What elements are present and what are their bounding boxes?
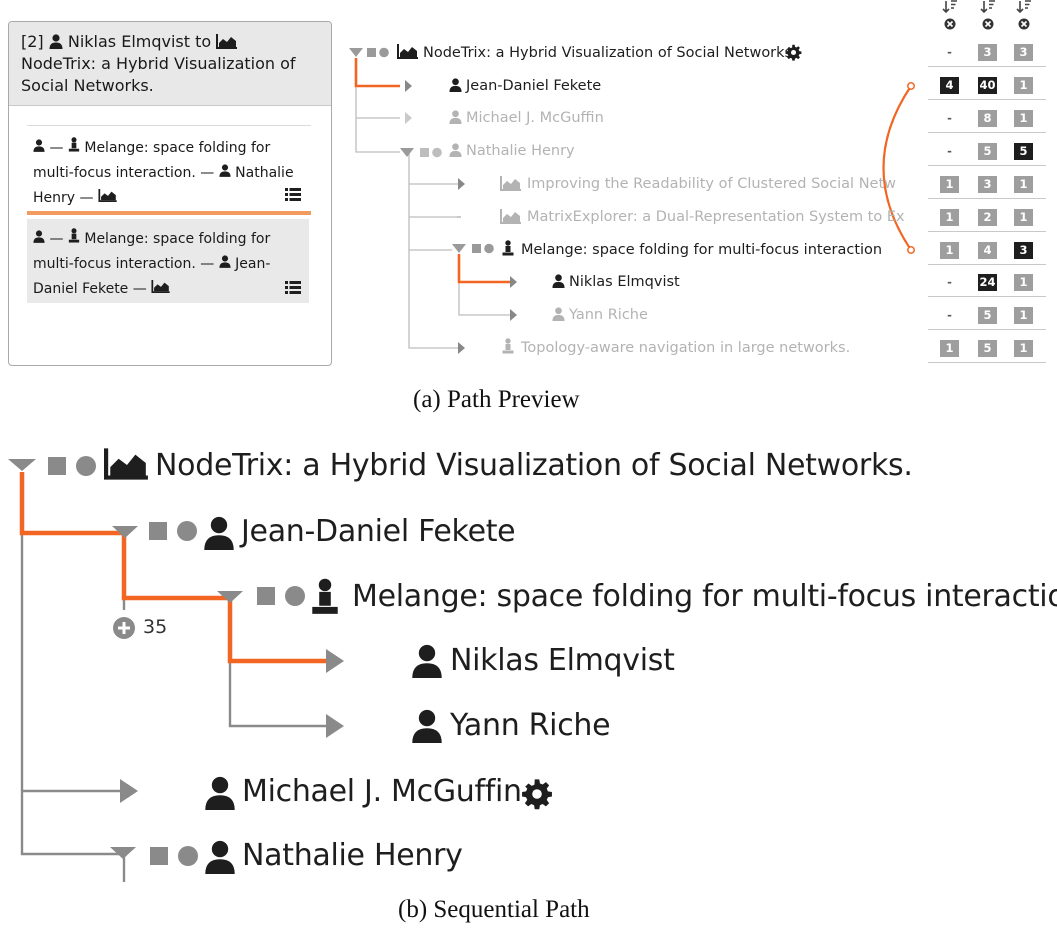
row-divider bbox=[928, 264, 1046, 265]
metric-cell: 1 bbox=[1014, 209, 1033, 226]
presenter-icon bbox=[312, 578, 338, 614]
metric-cell: 4 bbox=[940, 77, 959, 94]
tree-node-label[interactable]: Yann Riche bbox=[569, 306, 648, 324]
tree-b-node-label[interactable]: Yann Riche bbox=[450, 708, 611, 744]
metric-cell: 3 bbox=[978, 44, 997, 61]
metric-cell: 2 bbox=[978, 209, 997, 226]
sort-icon[interactable] bbox=[942, 0, 958, 34]
metric-cell: 1 bbox=[1014, 176, 1033, 193]
metric-cell: 40 bbox=[978, 77, 997, 94]
metric-cell: 3 bbox=[1014, 44, 1033, 61]
metric-cell: 1 bbox=[940, 209, 959, 226]
caption-b: (b) Sequential Path bbox=[398, 896, 590, 923]
tree-node-label[interactable]: Niklas Elmqvist bbox=[569, 273, 680, 291]
chart-icon bbox=[397, 44, 418, 59]
row-divider bbox=[928, 296, 1046, 297]
metric-cell: - bbox=[947, 144, 952, 158]
gear-icon[interactable] bbox=[785, 44, 802, 61]
metric-cell: 4 bbox=[978, 242, 997, 259]
metric-cell: 1 bbox=[940, 242, 959, 259]
metric-cell: 3 bbox=[978, 176, 997, 193]
person-icon bbox=[552, 274, 565, 288]
person-icon bbox=[205, 776, 235, 810]
tree-node-label[interactable]: Topology-aware navigation in large netwo… bbox=[521, 339, 850, 357]
tree-b-node-label[interactable]: Michael J. McGuffin bbox=[242, 774, 522, 810]
metric-cell: 1 bbox=[1014, 110, 1033, 127]
tree-b-node-label[interactable]: Jean-Daniel Fekete bbox=[241, 514, 516, 550]
person-icon bbox=[449, 143, 462, 157]
tree-node-label[interactable]: Improving the Readability of Clustered S… bbox=[527, 175, 896, 193]
metric-cell: 1 bbox=[1014, 340, 1033, 357]
row-divider bbox=[928, 66, 1046, 67]
row-divider bbox=[928, 362, 1046, 363]
tree-node-label[interactable]: Michael J. McGuffin bbox=[466, 109, 604, 127]
chart-icon bbox=[104, 448, 148, 480]
person-icon bbox=[205, 840, 235, 874]
metric-cell: - bbox=[947, 45, 952, 59]
metric-cell: - bbox=[947, 111, 952, 125]
metric-cell: 1 bbox=[1014, 77, 1033, 94]
metric-cell: 24 bbox=[978, 274, 997, 291]
tree-b-node-label[interactable]: Nathalie Henry bbox=[242, 838, 463, 874]
metric-cell: 5 bbox=[1014, 143, 1033, 160]
person-icon bbox=[412, 644, 442, 678]
person-icon bbox=[449, 78, 462, 92]
row-divider bbox=[928, 231, 1046, 232]
tree-b-node-label[interactable]: Niklas Elmqvist bbox=[450, 643, 675, 679]
sort-icon[interactable] bbox=[1016, 0, 1032, 34]
gear-icon[interactable] bbox=[521, 778, 553, 810]
tree-node-label[interactable]: MatrixExplorer: a Dual-Representation Sy… bbox=[527, 208, 905, 226]
tree-b-node-label[interactable]: NodeTrix: a Hybrid Visualization of Soci… bbox=[155, 448, 913, 484]
sort-icon[interactable] bbox=[980, 0, 996, 34]
person-icon bbox=[204, 516, 234, 550]
presenter-icon bbox=[502, 338, 514, 354]
person-icon bbox=[552, 307, 565, 321]
tree-node-label[interactable]: Melange: space folding for multi-focus i… bbox=[521, 241, 882, 259]
row-divider bbox=[928, 329, 1046, 330]
person-icon bbox=[412, 709, 442, 743]
chart-icon bbox=[500, 176, 521, 191]
metric-cell: 5 bbox=[978, 340, 997, 357]
tree-node-label[interactable]: NodeTrix: a Hybrid Visualization of Soci… bbox=[423, 44, 797, 62]
row-divider bbox=[928, 99, 1046, 100]
metric-cell: - bbox=[947, 275, 952, 289]
chart-icon bbox=[500, 209, 521, 224]
metric-cell: 1 bbox=[1014, 274, 1033, 291]
row-divider bbox=[928, 165, 1046, 166]
metric-cell: 1 bbox=[940, 176, 959, 193]
tree-node-label[interactable]: Nathalie Henry bbox=[466, 142, 575, 160]
tree-node-label[interactable]: Jean-Daniel Fekete bbox=[466, 77, 601, 95]
metric-cell: 1 bbox=[940, 340, 959, 357]
tree-b-node-label[interactable]: Melange: space folding for multi-focus i… bbox=[352, 579, 1057, 615]
collapsed-count[interactable]: 35 bbox=[143, 616, 167, 638]
row-divider bbox=[928, 198, 1046, 199]
metric-cell: 5 bbox=[978, 143, 997, 160]
person-icon bbox=[449, 110, 462, 124]
presenter-icon bbox=[502, 240, 514, 256]
caption-a: (a) Path Preview bbox=[413, 386, 580, 413]
metric-cell: 1 bbox=[1014, 307, 1033, 324]
metric-cell: 5 bbox=[978, 307, 997, 324]
metric-cell: 8 bbox=[978, 110, 997, 127]
metric-cell: 3 bbox=[1014, 242, 1033, 259]
metric-cell: - bbox=[947, 308, 952, 322]
row-divider bbox=[928, 132, 1046, 133]
